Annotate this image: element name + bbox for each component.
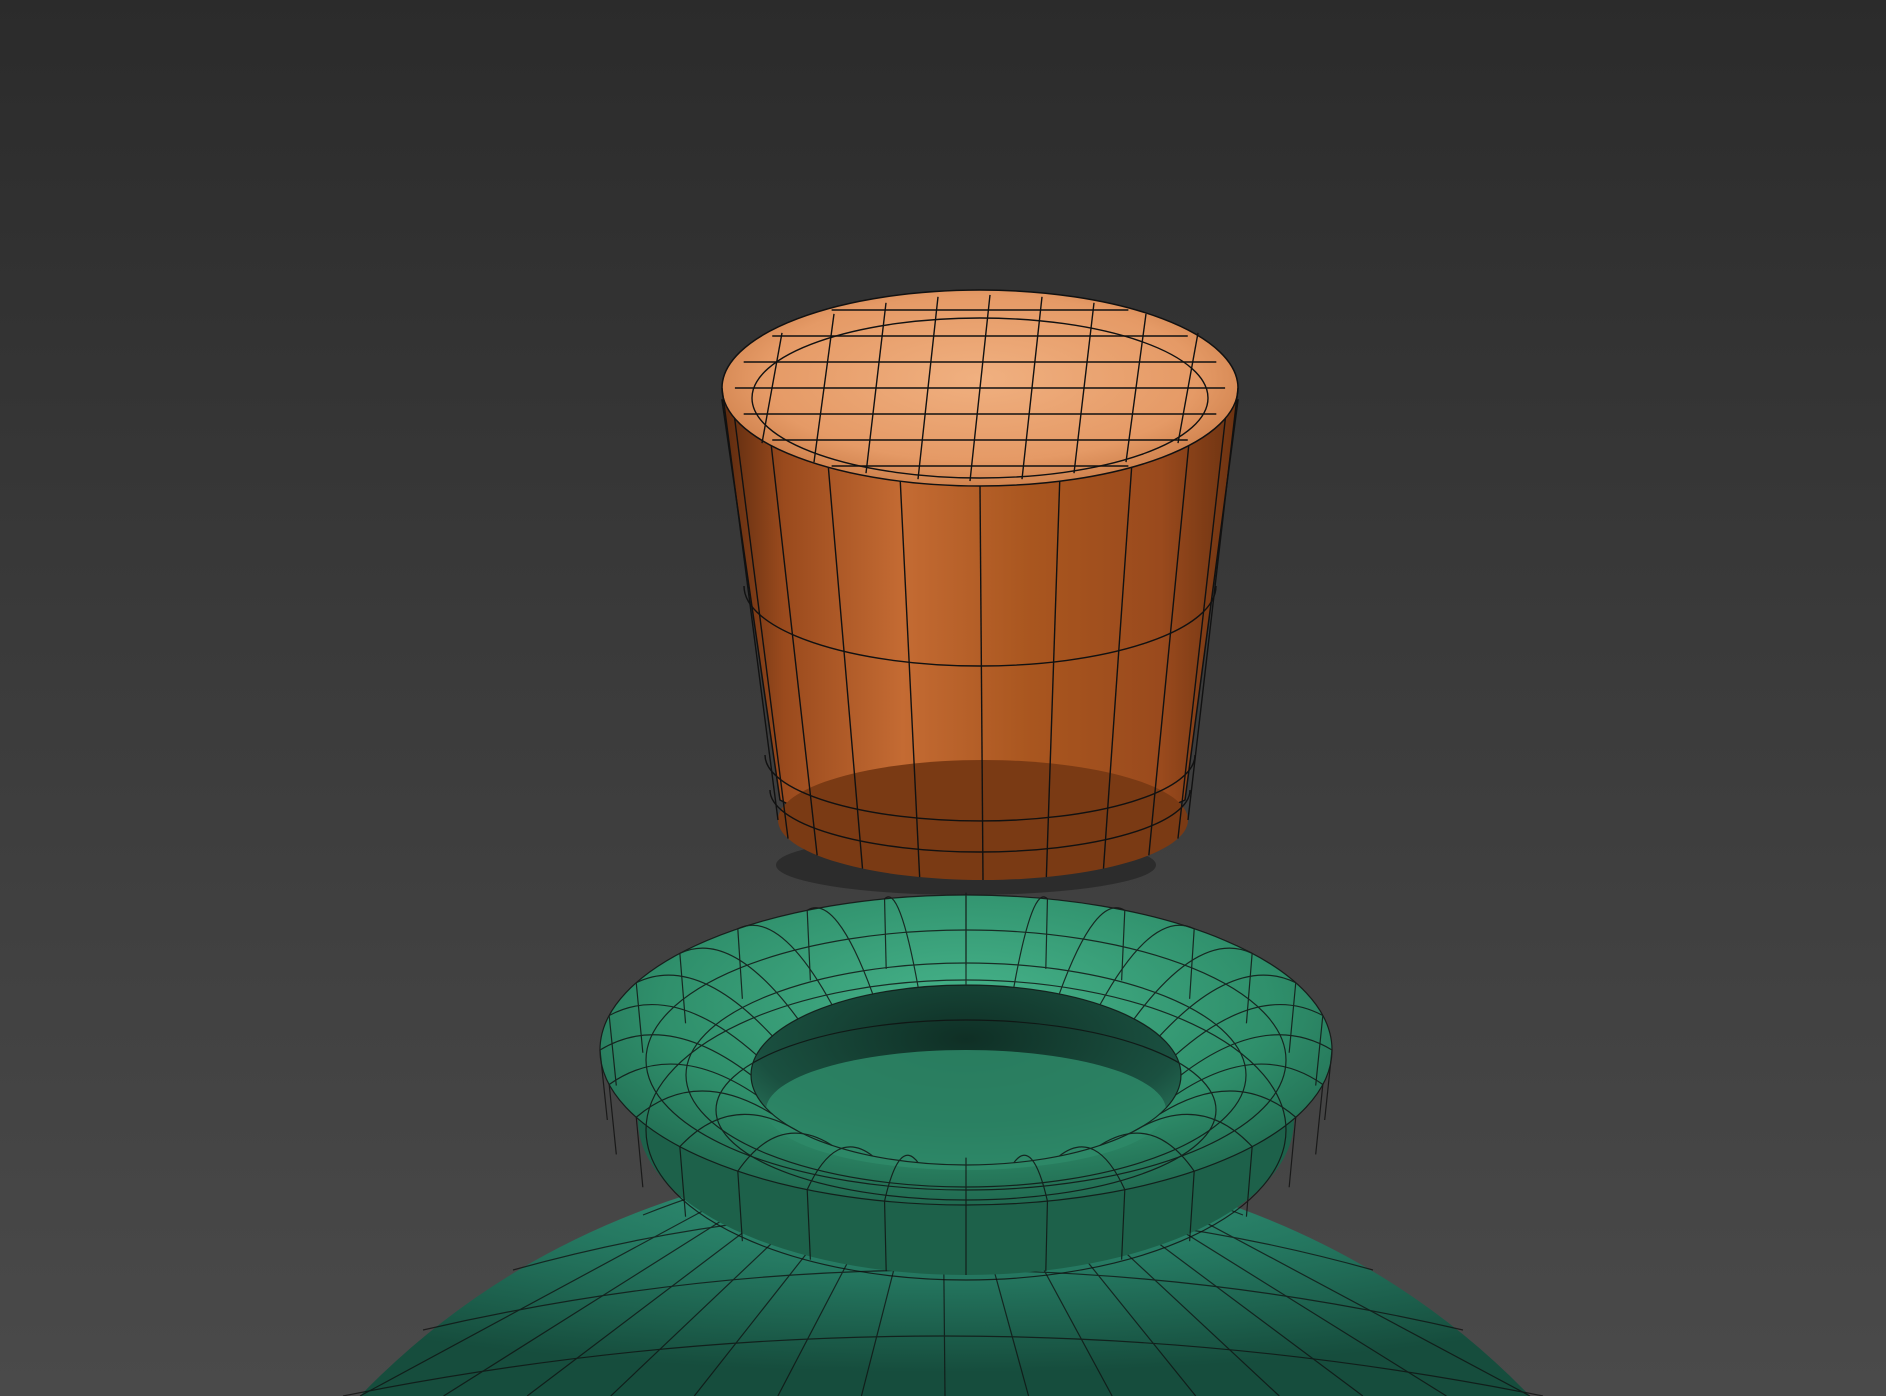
3d-viewport[interactable] [0, 0, 1886, 1396]
cork-stopper[interactable] [721, 289, 1239, 895]
scene-canvas[interactable] [0, 0, 1886, 1396]
ring-inner-lip [766, 1050, 1166, 1170]
